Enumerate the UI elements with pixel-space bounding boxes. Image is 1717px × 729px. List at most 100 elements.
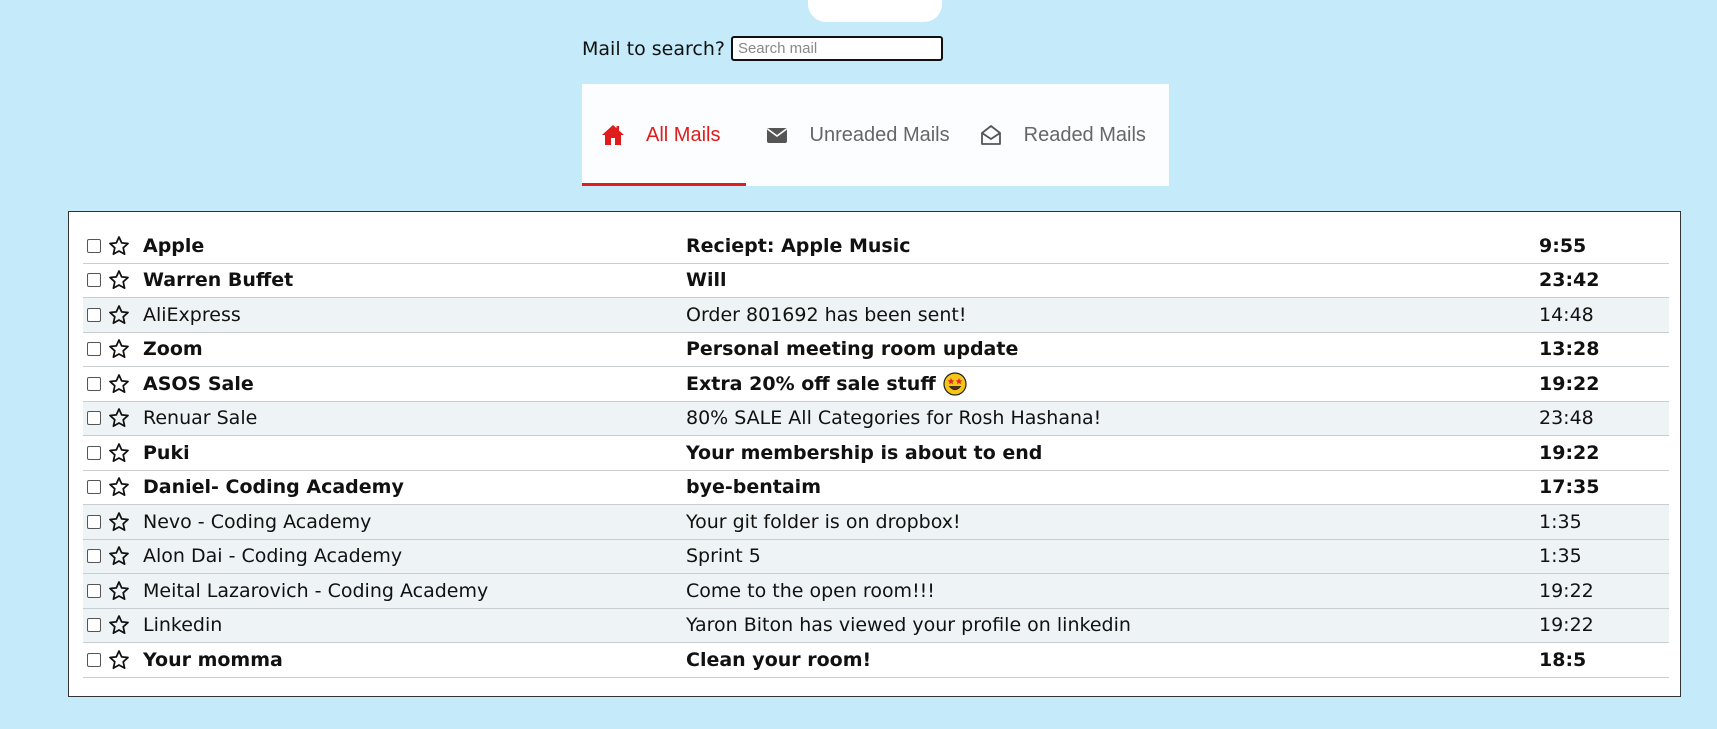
mail-sender: Nevo - Coding Academy	[143, 510, 372, 533]
star-icon[interactable]	[107, 475, 131, 499]
tab-label: Readed Mails	[1023, 123, 1146, 146]
mail-subject: 80% SALE All Categories for Rosh Hashana…	[686, 407, 1102, 430]
mail-time: 13:28	[1539, 338, 1600, 361]
select-checkbox[interactable]	[87, 445, 101, 460]
search-label: Mail to search?	[582, 37, 725, 60]
mail-row[interactable]: Zoom Personal meeting room update 13:28	[83, 333, 1669, 367]
mail-sender: Puki	[143, 441, 190, 464]
home-icon	[600, 122, 626, 148]
tab-label: All Mails	[646, 123, 721, 146]
mail-subject: Extra 20% off sale stuff	[686, 372, 936, 395]
mail-time: 14:48	[1539, 303, 1594, 326]
mail-subject: Yaron Biton has viewed your profile on l…	[686, 614, 1131, 637]
mail-sender: Renuar Sale	[143, 407, 258, 430]
select-checkbox[interactable]	[87, 514, 101, 529]
mail-time: 23:48	[1539, 407, 1594, 430]
select-checkbox[interactable]	[87, 238, 101, 253]
mail-subject-cell: Extra 20% off sale stuff	[686, 372, 1539, 396]
mail-subject-cell: Personal meeting room update	[686, 338, 1539, 360]
mail-subject-cell: Clean your room!	[686, 649, 1539, 671]
mail-subject: bye-bentaim	[686, 476, 821, 499]
tab-unreaded-mails[interactable]: Unreaded Mails	[746, 84, 960, 186]
mail-sender: Your momma	[143, 648, 283, 671]
mail-subject-cell: Sprint 5	[686, 545, 1539, 567]
mail-list-container: Apple Reciept: Apple Music 9:55 Warren Buff…	[68, 211, 1681, 697]
star-icon[interactable]	[107, 268, 131, 292]
star-icon[interactable]	[107, 234, 131, 258]
mail-subject: Clean your room!	[686, 648, 872, 671]
star-struck-emoji-icon	[943, 372, 967, 396]
open-envelope-icon	[978, 122, 1004, 148]
star-icon[interactable]	[107, 406, 131, 430]
mail-subject-cell: Yaron Biton has viewed your profile on l…	[686, 614, 1539, 636]
mail-subject: Order 801692 has been sent!	[686, 303, 967, 326]
select-checkbox[interactable]	[87, 342, 101, 357]
mail-subject-cell: bye-bentaim	[686, 476, 1539, 498]
mail-time: 17:35	[1539, 476, 1600, 499]
envelope-icon	[764, 122, 790, 148]
mail-row[interactable]: ASOS Sale Extra 20% off sale stuff 19:22	[83, 367, 1669, 402]
top-nav-pill[interactable]	[808, 0, 942, 22]
select-checkbox[interactable]	[87, 411, 101, 426]
mail-row[interactable]: Apple Reciept: Apple Music 9:55	[83, 229, 1669, 264]
mail-subject: Come to the open room!!!	[686, 579, 935, 602]
select-checkbox[interactable]	[87, 549, 101, 564]
mail-subject-cell: Order 801692 has been sent!	[686, 304, 1539, 326]
select-checkbox[interactable]	[87, 583, 101, 598]
mail-sender: Warren Buffet	[143, 269, 294, 292]
mail-time: 19:22	[1539, 441, 1600, 464]
mail-row[interactable]: Linkedin Yaron Biton has viewed your prof…	[83, 608, 1669, 643]
tab-readed-mails[interactable]: Readed Mails	[960, 84, 1169, 186]
mail-subject: Reciept: Apple Music	[686, 234, 911, 257]
star-icon[interactable]	[107, 337, 131, 361]
mail-subject: Personal meeting room update	[686, 338, 1019, 361]
star-icon[interactable]	[107, 372, 131, 396]
mail-app: Mail to search? All Mails Unreaded Mails	[0, 0, 1717, 729]
mail-row[interactable]: Alon Dai - Coding Academy Sprint 5 1:35	[83, 539, 1669, 574]
mail-row[interactable]: Meital Lazarovich - Coding Academy Come t…	[83, 574, 1669, 609]
tab-label: Unreaded Mails	[809, 123, 950, 146]
star-icon[interactable]	[107, 441, 131, 465]
mail-subject: Your git folder is on dropbox!	[686, 510, 961, 533]
mail-subject-cell: Reciept: Apple Music	[686, 235, 1539, 257]
mail-filter-tabs: All Mails Unreaded Mails Readed Mails	[582, 84, 1169, 186]
mail-sender: Apple	[143, 234, 205, 257]
mail-sender: Linkedin	[143, 614, 223, 637]
mail-subject-cell: Come to the open room!!!	[686, 580, 1539, 602]
tab-all-mails[interactable]: All Mails	[582, 84, 746, 186]
mail-row[interactable]: AliExpress Order 801692 has been sent! 14:…	[83, 298, 1669, 333]
mail-row[interactable]: Nevo - Coding Academy Your git folder is …	[83, 505, 1669, 540]
mail-sender: Meital Lazarovich - Coding Academy	[143, 579, 489, 602]
search-bar: Mail to search?	[582, 36, 943, 61]
star-icon[interactable]	[107, 303, 131, 327]
mail-subject-cell: Your git folder is on dropbox!	[686, 511, 1539, 533]
select-checkbox[interactable]	[87, 618, 101, 633]
mail-row[interactable]: Renuar Sale 80% SALE All Categories for R…	[83, 401, 1669, 436]
mail-row[interactable]: Warren Buffet Will 23:42	[83, 264, 1669, 298]
mail-subject-cell: 80% SALE All Categories for Rosh Hashana…	[686, 407, 1539, 429]
mail-sender: ASOS Sale	[143, 372, 254, 395]
mail-list: Apple Reciept: Apple Music 9:55 Warren Buff…	[83, 229, 1669, 678]
star-icon[interactable]	[107, 579, 131, 603]
select-checkbox[interactable]	[87, 376, 101, 391]
mail-subject: Sprint 5	[686, 545, 761, 568]
star-icon[interactable]	[107, 648, 131, 672]
mail-time: 23:42	[1539, 269, 1600, 292]
star-icon[interactable]	[107, 510, 131, 534]
mail-row[interactable]: Daniel- Coding Academy bye-bentaim 17:35	[83, 471, 1669, 505]
mail-time: 19:22	[1539, 614, 1594, 637]
mail-time: 18:5	[1539, 648, 1587, 671]
select-checkbox[interactable]	[87, 307, 101, 322]
select-checkbox[interactable]	[87, 652, 101, 667]
select-checkbox[interactable]	[87, 273, 101, 288]
mail-sender: Zoom	[143, 338, 203, 361]
mail-row[interactable]: Your momma Clean your room! 18:5	[83, 643, 1669, 678]
search-input[interactable]	[730, 36, 943, 61]
mail-subject-cell: Will	[686, 269, 1539, 291]
star-icon[interactable]	[107, 544, 131, 568]
mail-time: 19:22	[1539, 579, 1594, 602]
mail-row[interactable]: Puki Your membership is about to end 19:22	[83, 436, 1669, 471]
mail-subject-cell: Your membership is about to end	[686, 442, 1539, 464]
star-icon[interactable]	[107, 613, 131, 637]
select-checkbox[interactable]	[87, 480, 101, 495]
